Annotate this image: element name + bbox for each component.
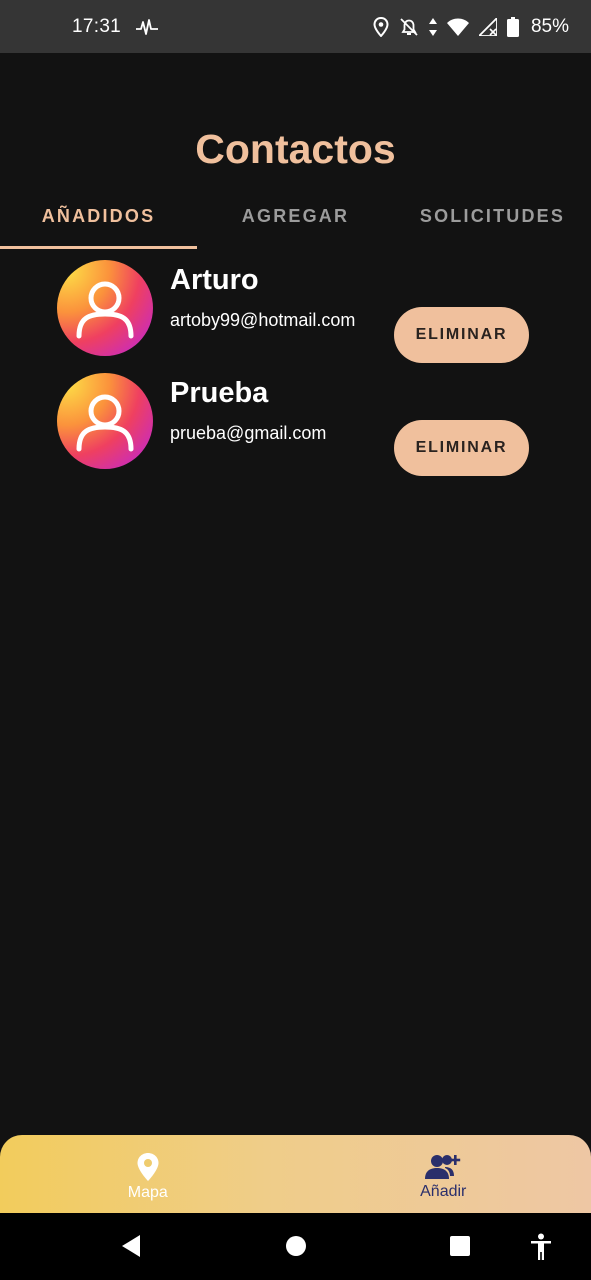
contact-name: Arturo [170,264,259,296]
notifications-off-icon [400,17,418,36]
nav-item-map[interactable]: Mapa [0,1135,296,1213]
recents-icon[interactable] [449,1233,471,1259]
page-title: Contactos [195,126,396,172]
system-nav-bar [0,1213,591,1280]
wifi-icon [446,18,469,36]
signal-icon [478,17,497,36]
battery-icon [506,16,519,37]
add-user-icon [425,1155,461,1179]
map-pin-icon [137,1153,159,1181]
contact-name: Prueba [170,377,269,409]
pulse-icon [136,18,159,35]
contact-email: prueba@gmail.com [170,423,327,443]
location-icon [373,16,389,37]
delete-contact-button[interactable]: ELIMINAR [394,420,529,476]
user-icon [76,281,134,339]
back-icon[interactable] [120,1233,142,1259]
tab-requests[interactable]: SOLICITUDES [394,196,591,250]
list-item: Prueba prueba@gmail.com ELIMINAR [0,373,591,476]
nav-label-add: Añadir [420,1183,467,1200]
accessibility-icon[interactable] [529,1233,553,1261]
status-icons: 85% [373,16,569,38]
tab-added[interactable]: AÑADIDOS [0,196,197,250]
data-icon [428,17,437,36]
status-time: 17:31 [72,15,122,37]
avatar[interactable] [57,260,153,356]
nav-item-add[interactable]: Añadir [296,1135,591,1213]
battery-level: 85% [530,15,569,37]
contact-email: artoby99@hotmail.com [170,310,356,330]
tab-bar: AÑADIDOS AGREGAR SOLICITUDES [0,196,591,250]
list-item: Arturo artoby99@hotmail.com ELIMINAR [0,260,591,363]
avatar[interactable] [57,373,153,469]
active-tab-indicator [0,246,197,249]
tab-add[interactable]: AGREGAR [197,196,394,250]
user-icon [76,394,134,452]
delete-contact-button[interactable]: ELIMINAR [394,307,529,363]
status-bar: 17:31 85% [0,0,591,53]
home-icon[interactable] [285,1233,307,1259]
bottom-nav: Mapa Añadir [0,1135,591,1213]
nav-label-map: Mapa [127,1184,168,1201]
